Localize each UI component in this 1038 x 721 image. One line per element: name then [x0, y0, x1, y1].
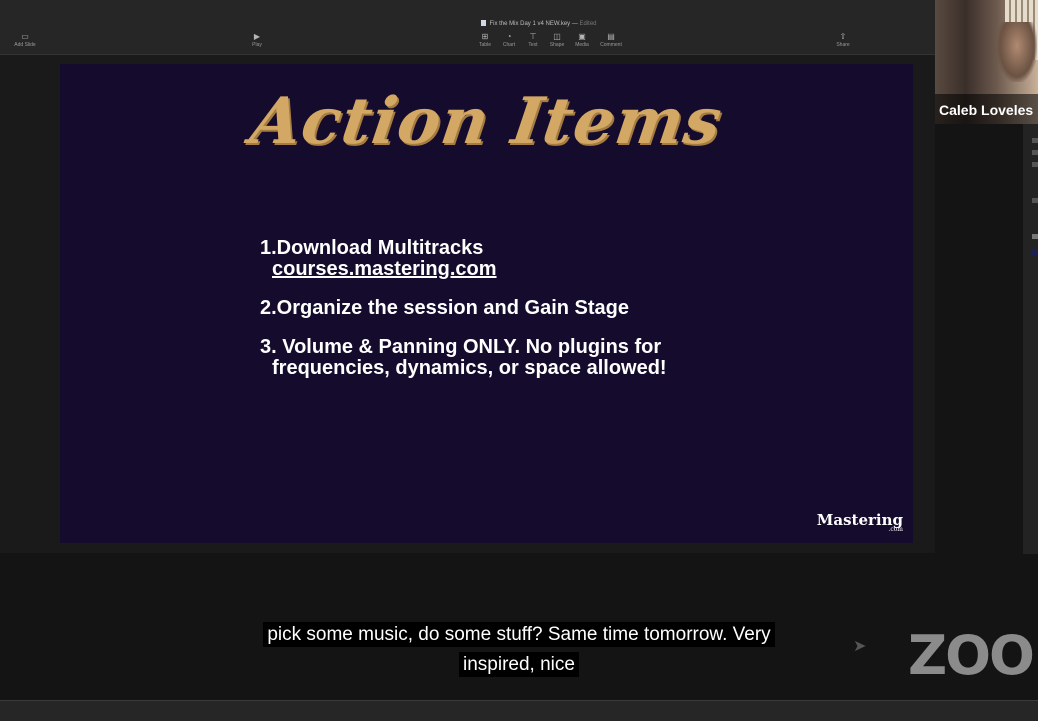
add-slide-button[interactable]: ▭ Add Slide: [8, 32, 42, 48]
share-button[interactable]: ⇧ Share: [826, 32, 860, 48]
list-item: 2.Organize the session and Gain Stage: [260, 297, 629, 319]
participant-name: Caleb Loveles: [939, 102, 1034, 118]
document-title: Fix the Mix Day 1 v4 NEW.key — Edited: [0, 20, 1038, 27]
participant-avatar: [997, 22, 1037, 82]
action-items-list: 1.Download Multitracks courses.mastering…: [260, 238, 667, 397]
courses-link[interactable]: courses.mastering.com: [260, 259, 667, 280]
mouse-cursor-icon: ➤: [853, 638, 867, 655]
keynote-file-icon: [481, 20, 487, 26]
mastering-logo: Mastering .com: [816, 511, 903, 533]
zoom-bottom-bar: [0, 700, 1038, 721]
slide-title: Action Items: [246, 84, 727, 159]
comment-icon: ▤: [607, 32, 615, 41]
zoom-logo: ZOO: [908, 624, 1035, 687]
list-item: 3. Volume & Panning ONLY. No plugins for…: [260, 336, 667, 379]
list-item: 1.Download Multitracks courses.mastering…: [260, 238, 667, 280]
play-icon: ▶: [253, 32, 261, 41]
keynote-toolbar: Fix the Mix Day 1 v4 NEW.key — Edited ▭ A…: [0, 0, 935, 55]
play-button[interactable]: ▶ Play: [240, 32, 274, 48]
closed-caption: pick some music, do some stuff? Same tim…: [0, 620, 1038, 680]
share-icon: ⇧: [839, 32, 847, 41]
participant-video[interactable]: Caleb Loveles: [935, 0, 1038, 124]
add-slide-icon: ▭: [21, 32, 29, 41]
comment-button[interactable]: ▤ Comment: [594, 32, 628, 48]
slide[interactable]: Action Items 1.Download Multitracks cour…: [60, 64, 913, 543]
